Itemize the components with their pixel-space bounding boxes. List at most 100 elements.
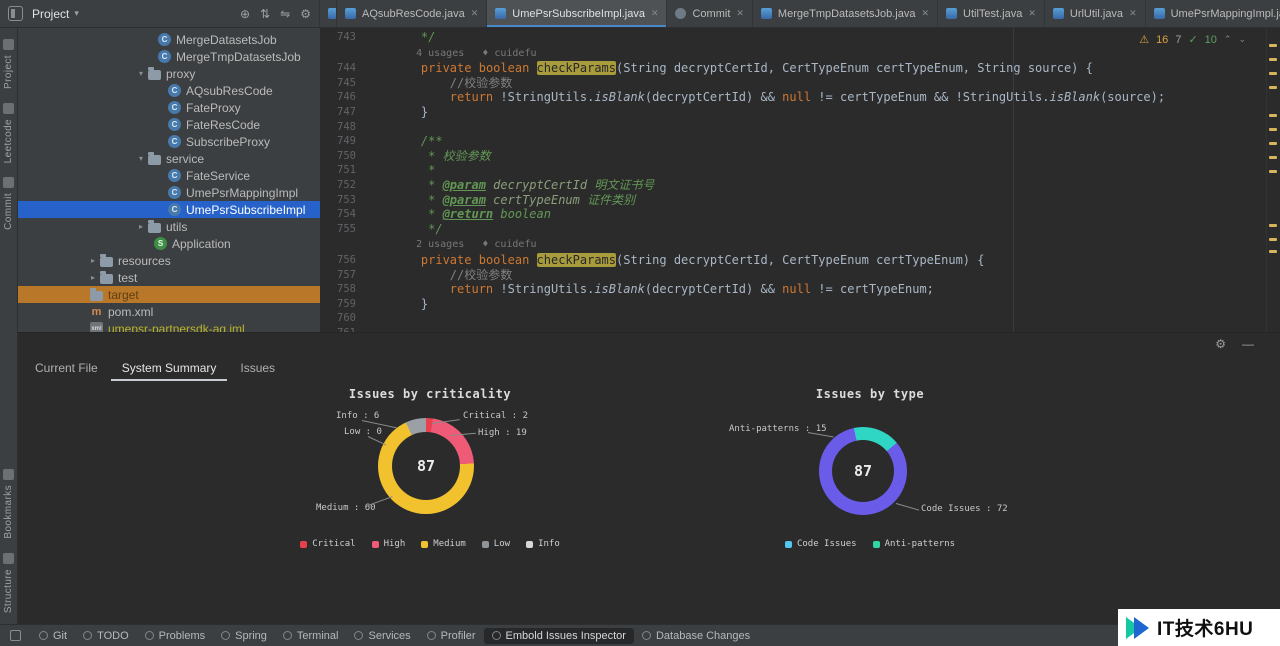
status-item-profiler[interactable]: Profiler [419,628,484,644]
close-icon[interactable]: ✕ [651,8,659,19]
code-line[interactable]: 756 private boolean checkParams(String d… [320,252,1280,268]
tree-item-application[interactable]: S Application [18,235,320,252]
close-icon[interactable]: ✕ [1129,8,1137,19]
code-line[interactable]: 757 //校验参数 [320,268,1280,283]
tree-item-fateservice[interactable]: C FateService [18,167,320,184]
tree-item-utils[interactable]: ▸ utils [18,218,320,235]
tab-label: UtilTest.java [963,7,1023,20]
chevron-down-icon[interactable]: ▾ [134,69,148,78]
chevron-right-icon[interactable]: ▸ [86,256,100,265]
strip-button-commit[interactable]: Commit [3,170,14,237]
tree-item-subscribeproxy[interactable]: C SubscribeProxy [18,133,320,150]
code-line[interactable]: 755 */ [320,222,1280,237]
code-editor[interactable]: 743 */ 4 usages ♦ cuidefu 744 private boo… [320,28,1280,332]
editor-tab-va[interactable]: va✕ [320,0,337,27]
strip-button-structure[interactable]: Structure [3,546,14,620]
status-item-services[interactable]: Services [346,628,418,644]
close-icon[interactable]: ✕ [1028,8,1036,19]
code-line[interactable]: 750 * 校验参数 [320,149,1280,164]
tree-item-umepsrsubscribeimpl[interactable]: C UmePsrSubscribeImpl [18,201,320,218]
code-line[interactable]: 759 } [320,297,1280,312]
tree-item-umepsr-partnersdk-aq-iml[interactable]: xml umepsr-partnersdk-aq.iml [18,320,320,332]
tree-item-target[interactable]: target [18,286,320,303]
tree-item-pom-xml[interactable]: m pom.xml [18,303,320,320]
editor-tab-aqsubrescode-java[interactable]: AQsubResCode.java ✕ [337,0,488,27]
filter-icon[interactable]: ⇋ [280,7,290,21]
strip-button-leetcode[interactable]: Leetcode [3,96,14,170]
code-line[interactable]: 751 * [320,163,1280,178]
strip-button-bookmarks[interactable]: Bookmarks [3,462,14,546]
chevron-up-icon[interactable]: ⌃ [1224,34,1232,45]
tree-item-umepsrmappingimpl[interactable]: C UmePsrMappingImpl [18,184,320,201]
editor-tab-utiltest-java[interactable]: UtilTest.java ✕ [938,0,1045,27]
code-line[interactable]: 752 * @param decryptCertId 明文证书号 [320,178,1280,193]
close-icon[interactable]: ✕ [471,8,479,19]
panel-tab-current-file[interactable]: Current File [24,355,109,381]
toolwindow-switcher-icon[interactable] [10,630,21,641]
code-line[interactable]: 748 [320,120,1280,135]
chevron-down-icon[interactable]: ▾ [134,154,148,163]
tree-item-test[interactable]: ▸ test [18,269,320,286]
tree-item-proxy[interactable]: ▾ proxy [18,65,320,82]
sort-icon[interactable]: ⇅ [260,7,270,21]
commit-file-icon [675,8,687,19]
status-item-spring[interactable]: Spring [213,628,275,644]
title-bar: Project ▾ ⊕ ⇅ ⇋ ⚙ va✕AQsubResCode.java✕U… [0,0,1280,28]
editor-tab-mergetmpdatasetsjob-java[interactable]: MergeTmpDatasetsJob.java ✕ [753,0,939,27]
folder-icon [90,287,103,301]
code-content [364,120,392,135]
tree-item-mergetmpdatasetsjob[interactable]: C MergeTmpDatasetsJob [18,48,320,65]
code-token: !StringUtils. [493,90,595,105]
close-icon[interactable]: ✕ [736,8,744,19]
locate-icon[interactable]: ⊕ [240,7,250,21]
editor-tab-urlutil-java[interactable]: UrlUtil.java ✕ [1045,0,1146,27]
check-icon: ✓ [1188,34,1198,46]
code-line[interactable]: 747 } [320,105,1280,120]
chevron-down-icon[interactable]: ⌄ [1238,34,1246,45]
line-number: 749 [337,135,356,148]
code-line[interactable]: 753 * @param certTypeEnum 证件类别 [320,193,1280,208]
panel-tab-system-summary[interactable]: System Summary [111,355,228,381]
code-line[interactable]: 744 private boolean checkParams(String d… [320,61,1280,76]
code-line[interactable]: 745 //校验参数 [320,76,1280,91]
chevron-right-icon[interactable]: ▸ [134,222,148,231]
code-line[interactable]: 758 return !StringUtils.isBlank(decryptC… [320,282,1280,297]
chart-callout: Info : 6 [336,411,380,421]
tree-item-label: SubscribeProxy [186,134,271,149]
editor-tab-umepsrsubscribeimpl-java[interactable]: UmePsrSubscribeImpl.java ✕ [487,0,668,27]
leetcode-icon [3,102,14,114]
minimize-icon[interactable]: — [1242,337,1254,351]
status-item-label: Spring [235,629,267,642]
status-item-terminal[interactable]: Terminal [275,628,347,644]
gear-icon[interactable]: ⚙ [1215,337,1226,351]
strip-button-project[interactable]: Project [3,32,14,96]
tree-item-service[interactable]: ▾ service [18,150,320,167]
tree-item-faterescode[interactable]: C FateResCode [18,116,320,133]
settings-icon[interactable]: ⚙ [300,7,311,21]
chevron-right-icon[interactable]: ▸ [86,273,100,282]
tree-item-resources[interactable]: ▸ resources [18,252,320,269]
code-line[interactable]: 760 [320,311,1280,326]
status-item-database-changes[interactable]: Database Changes [634,628,758,644]
inspections-widget[interactable]: ⚠ 16 7 ✓ 10 ⌃ ⌄ [1133,32,1252,47]
tree-item-fateproxy[interactable]: C FateProxy [18,99,320,116]
project-dropdown[interactable]: Project ▾ [32,7,79,21]
status-item-embold-issues-inspector[interactable]: Embold Issues Inspector [483,627,634,644]
panel-tab-issues[interactable]: Issues [229,355,286,381]
editor-tab-umepsrmappingimpl-java[interactable]: UmePsrMappingImpl.java✕ [1146,0,1280,27]
code-line[interactable]: 746 return !StringUtils.isBlank(decryptC… [320,90,1280,105]
tree-item-mergedatasetsjob[interactable]: C MergeDatasetsJob [18,31,320,48]
tree-item-aqsubrescode[interactable]: C AQsubResCode [18,82,320,99]
status-item-problems[interactable]: Problems [137,628,213,644]
close-icon[interactable]: ✕ [921,8,929,19]
editor-scrollbar[interactable] [1266,28,1280,332]
status-item-git[interactable]: Git [31,628,75,644]
code-line[interactable]: 754 * @return boolean [320,207,1280,222]
tool-window-icon[interactable] [8,6,23,21]
embold-tool-window: ⚙ — Current File System Summary Issues Iss… [18,332,1280,624]
code-line[interactable]: 749 /** [320,134,1280,149]
editor-tab-commit[interactable]: Commit ✕ [667,0,753,27]
tree-item-label: utils [166,219,188,234]
status-item-todo[interactable]: TODO [75,628,137,644]
legend-item-code-issues: Code Issues [784,539,857,549]
